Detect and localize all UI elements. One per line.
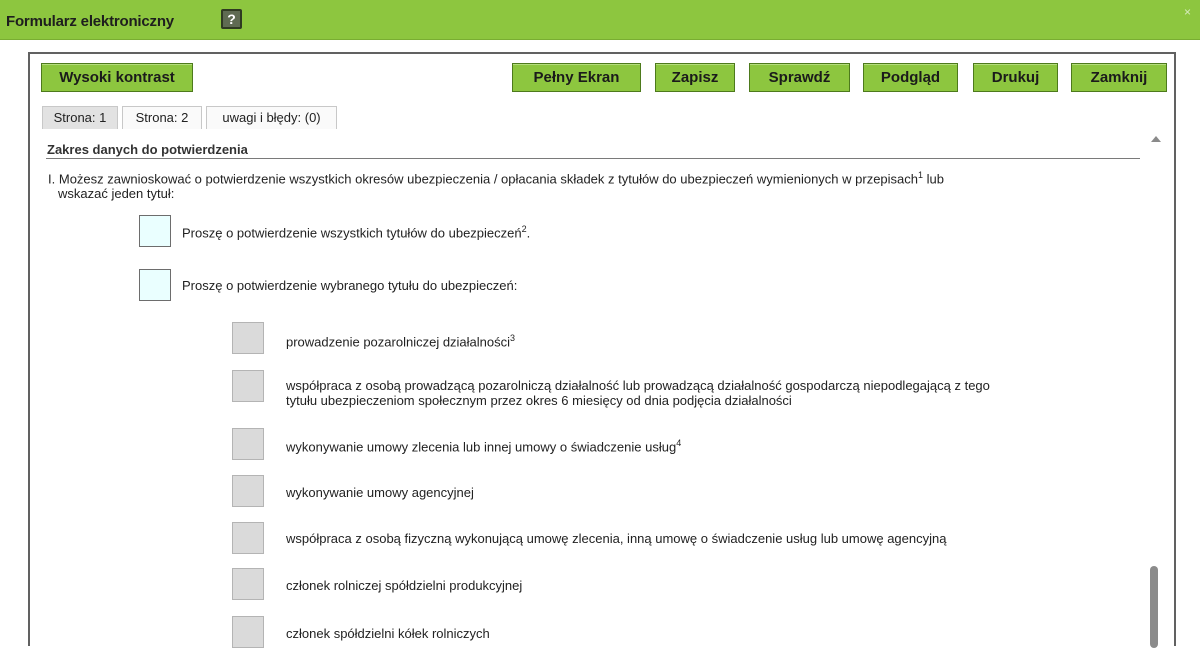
option-agency-contract: wykonywanie umowy agencyjnej	[286, 485, 474, 500]
checkbox-cooperation-business[interactable]	[232, 370, 264, 402]
form-frame: Wysoki kontrast Pełny Ekran Zapisz Spraw…	[28, 52, 1176, 648]
tab-page-1[interactable]: Strona: 1	[42, 106, 118, 129]
tab-page-2[interactable]: Strona: 2	[122, 106, 202, 129]
option-label: wykonywanie umowy zlecenia lub innej umo…	[286, 439, 677, 455]
option-label: członek spółdzielni kółek rolniczych	[286, 626, 490, 641]
option-nonagricultural-business: prowadzenie pozarolniczej działalności3	[286, 331, 515, 349]
option-label: prowadzenie pozarolniczej działalności	[286, 334, 511, 350]
checkbox-agency-contract[interactable]	[232, 475, 264, 507]
print-button[interactable]: Drukuj	[973, 63, 1058, 92]
preview-button[interactable]: Podgląd	[863, 63, 958, 92]
option-label: współpraca z osobą prowadzącą pozarolnic…	[286, 378, 990, 393]
section-divider	[46, 158, 1140, 159]
option-all-titles: Proszę o potwierdzenie wszystkich tytułó…	[182, 222, 530, 240]
scroll-up-arrow[interactable]	[1151, 136, 1161, 142]
checkbox-selected-title[interactable]	[139, 269, 171, 301]
window-titlebar: Formularz elektroniczny ? ×	[0, 0, 1200, 40]
close-button[interactable]: Zamknij	[1071, 63, 1167, 92]
section-intro: I. Możesz zawnioskować o potwierdzenie w…	[48, 168, 1134, 201]
section-title: Zakres danych do potwierdzenia	[47, 142, 248, 157]
option-cooperation-contract: współpraca z osobą fizyczną wykonującą u…	[286, 531, 946, 546]
checkbox-all-titles[interactable]	[139, 215, 171, 247]
help-icon[interactable]: ?	[221, 9, 242, 29]
checkbox-agricultural-cooperative[interactable]	[232, 568, 264, 600]
close-icon[interactable]: ×	[1184, 5, 1191, 19]
option-selected-title-label: Proszę o potwierdzenie wybranego tytułu …	[182, 278, 518, 293]
option-cooperation-business: współpraca z osobą prowadzącą pozarolnic…	[286, 378, 1126, 408]
option-all-titles-tail: .	[526, 225, 531, 241]
option-label-line2: tytułu ubezpieczeniom społecznym przez o…	[286, 393, 792, 408]
checkbox-nonagricultural-business[interactable]	[232, 322, 264, 354]
intro-tail: lub	[923, 171, 944, 187]
check-button[interactable]: Sprawdź	[749, 63, 850, 92]
option-farmers-circles: członek spółdzielni kółek rolniczych	[286, 626, 490, 641]
intro-text: Możesz zawnioskować o potwierdzenie wszy…	[58, 171, 919, 187]
checkbox-farmers-circles[interactable]	[232, 616, 264, 648]
save-button[interactable]: Zapisz	[655, 63, 735, 92]
checkbox-cooperation-contract[interactable]	[232, 522, 264, 554]
option-all-titles-label: Proszę o potwierdzenie wszystkich tytułó…	[182, 225, 522, 241]
option-selected-title: Proszę o potwierdzenie wybranego tytułu …	[182, 278, 517, 293]
intro-number: I.	[48, 171, 56, 187]
checkbox-mandate-contract[interactable]	[232, 428, 264, 460]
footnote-ref-4: 4	[676, 438, 682, 448]
option-mandate-contract: wykonywanie umowy zlecenia lub innej umo…	[286, 436, 681, 454]
option-label: współpraca z osobą fizyczną wykonującą u…	[286, 531, 947, 546]
window-title: Formularz elektroniczny	[6, 13, 174, 30]
high-contrast-button[interactable]: Wysoki kontrast	[41, 63, 193, 92]
intro-line2: wskazać jeden tytuł:	[58, 186, 175, 202]
option-agricultural-cooperative: członek rolniczej spółdzielni produkcyjn…	[286, 578, 522, 593]
footnote-ref-3: 3	[510, 333, 516, 343]
option-label: wykonywanie umowy agencyjnej	[286, 485, 474, 500]
tab-remarks-errors[interactable]: uwagi i błędy: (0)	[206, 106, 337, 129]
fullscreen-button[interactable]: Pełny Ekran	[512, 63, 641, 92]
scrollbar-thumb[interactable]	[1150, 566, 1158, 648]
option-label: członek rolniczej spółdzielni produkcyjn…	[286, 578, 523, 593]
